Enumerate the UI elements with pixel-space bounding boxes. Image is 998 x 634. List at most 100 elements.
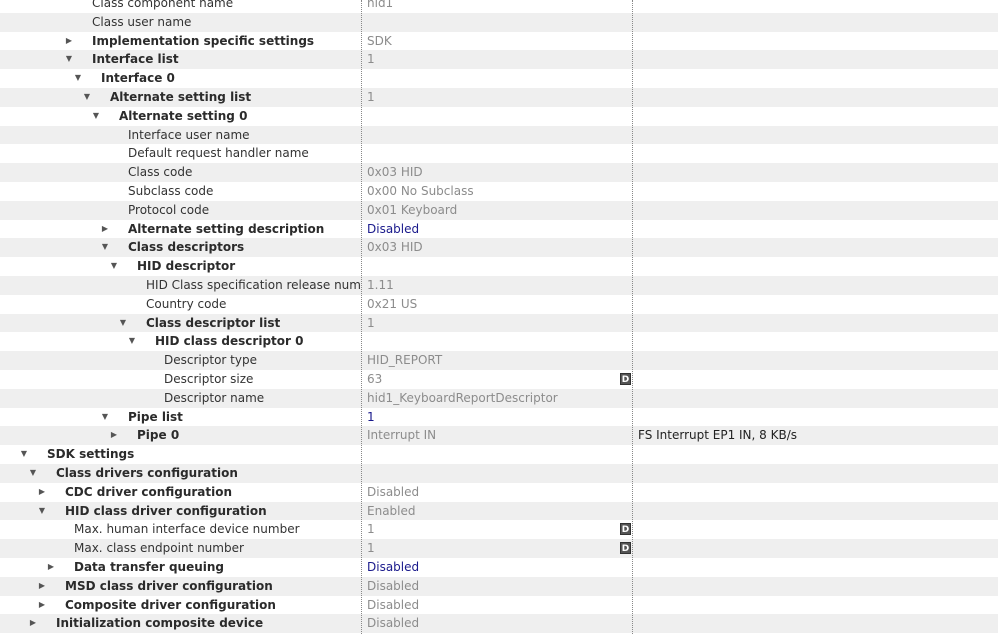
default-value-icon[interactable]: D (620, 542, 631, 555)
property-row[interactable]: Subclass code 0x00 No Subclass (0, 182, 998, 201)
property-row[interactable]: Class code 0x03 HID (0, 163, 998, 182)
property-row[interactable]: ▶ MSD class driver configuration Disabled (0, 576, 998, 596)
property-row[interactable]: Descriptor size 63 D (0, 370, 998, 389)
expand-down-icon[interactable]: ▼ (100, 408, 110, 427)
property-row[interactable]: ▼ HID class driver configuration Enabled (0, 501, 998, 521)
property-row[interactable]: ▶ Implementation specific settings SDK (0, 32, 998, 51)
property-value[interactable]: hid1 (367, 0, 633, 13)
property-row[interactable]: Descriptor type HID_REPORT (0, 351, 998, 370)
property-row[interactable]: ▼ Class descriptors 0x03 HID (0, 238, 998, 258)
expand-down-icon[interactable]: ▼ (118, 314, 128, 333)
property-row[interactable]: ▼ Class drivers configuration (0, 463, 998, 483)
property-value[interactable] (367, 257, 633, 276)
property-row[interactable]: ▶ Initialization composite device Disabled (0, 614, 998, 634)
property-row[interactable]: ▶ Composite driver configuration Disabled (0, 596, 998, 615)
property-name-cell: ▼ Class descriptor list (0, 314, 361, 333)
property-value[interactable]: 1 (367, 520, 633, 539)
property-name-cell: ▶ Data transfer queuing (0, 558, 361, 577)
default-value-icon[interactable]: D (620, 523, 631, 536)
property-value[interactable]: 1 (367, 539, 633, 558)
property-row[interactable]: ▼ Pipe list 1 (0, 408, 998, 427)
expand-right-icon[interactable]: ▶ (28, 614, 38, 633)
property-name-cell: ▼ Class descriptors (0, 238, 361, 257)
property-label: Interface user name (128, 127, 250, 142)
property-value[interactable] (367, 13, 633, 32)
property-value[interactable]: 1 (367, 50, 633, 69)
property-row[interactable]: HID Class specification release number 1.… (0, 275, 998, 295)
property-value[interactable]: HID_REPORT (367, 351, 633, 370)
property-row[interactable]: ▼ Class descriptor list 1 (0, 313, 998, 333)
property-value[interactable]: 0x01 Keyboard (367, 201, 633, 220)
property-row[interactable]: ▶ Alternate setting description Disabled (0, 220, 998, 239)
expand-right-icon[interactable]: ▶ (37, 577, 47, 596)
property-row[interactable]: ▼ Interface 0 (0, 69, 998, 88)
expand-down-icon[interactable]: ▼ (127, 332, 137, 351)
property-row[interactable]: Max. class endpoint number 1 D (0, 539, 998, 558)
property-value[interactable]: 1 (367, 314, 633, 333)
property-row[interactable]: ▼ Alternate setting 0 (0, 107, 998, 126)
property-row[interactable]: ▶ Pipe 0 Interrupt IN FS Interrupt EP1 IN, … (0, 426, 998, 446)
property-value[interactable]: 0x03 HID (367, 238, 633, 257)
property-value[interactable]: Disabled (367, 220, 633, 239)
property-value[interactable]: 63 (367, 370, 633, 389)
property-row[interactable]: Max. human interface device number 1 D (0, 520, 998, 539)
property-name-cell: ▼ Alternate setting list (0, 88, 361, 107)
property-value[interactable]: 1.11 (367, 276, 633, 295)
expand-down-icon[interactable]: ▼ (28, 464, 38, 483)
property-value[interactable]: Disabled (367, 614, 633, 633)
property-row[interactable]: ▶ CDC driver configuration Disabled (0, 483, 998, 502)
property-row[interactable]: Class user name (0, 12, 998, 32)
property-row[interactable]: ▼ HID descriptor (0, 257, 998, 276)
property-value[interactable]: 0x00 No Subclass (367, 182, 633, 201)
property-row[interactable]: ▼ Alternate setting list 1 (0, 87, 998, 107)
expand-down-icon[interactable]: ▼ (64, 50, 74, 69)
property-row[interactable]: Country code 0x21 US (0, 295, 998, 314)
property-value[interactable]: Disabled (367, 558, 633, 577)
property-info: FS Interrupt EP1 IN, 8 KB/s (638, 428, 798, 443)
default-value-icon[interactable]: D (620, 372, 631, 385)
expand-down-icon[interactable]: ▼ (82, 88, 92, 107)
property-value[interactable]: hid1_KeyboardReportDescriptor (367, 389, 633, 408)
expand-down-icon[interactable]: ▼ (91, 107, 101, 126)
property-value[interactable]: Enabled (367, 502, 633, 521)
expand-down-icon[interactable]: ▼ (109, 257, 119, 276)
expand-down-icon[interactable]: ▼ (19, 445, 29, 464)
property-row[interactable]: ▼ HID class descriptor 0 (0, 332, 998, 351)
expand-right-icon[interactable]: ▶ (64, 32, 74, 51)
property-value[interactable]: 1 (367, 88, 633, 107)
expand-down-icon[interactable]: ▼ (100, 238, 110, 257)
expand-right-icon[interactable]: ▶ (37, 596, 47, 615)
property-value[interactable]: SDK (367, 32, 633, 51)
property-value[interactable]: 0x03 HID (367, 163, 633, 182)
property-row[interactable]: Class component name hid1 (0, 0, 998, 13)
property-label: Implementation specific settings (92, 33, 315, 48)
expand-right-icon[interactable]: ▶ (46, 558, 56, 577)
property-row[interactable]: Protocol code 0x01 Keyboard (0, 200, 998, 220)
property-row[interactable]: ▼ Interface list 1 (0, 50, 998, 70)
property-value[interactable] (367, 332, 633, 351)
property-row[interactable]: Interface user name (0, 125, 998, 145)
property-value[interactable]: Disabled (367, 483, 633, 502)
property-row[interactable]: Descriptor name hid1_KeyboardReportDescri… (0, 388, 998, 408)
property-row[interactable]: ▼ SDK settings (0, 445, 998, 464)
property-value[interactable] (367, 464, 633, 483)
property-value[interactable]: Disabled (367, 577, 633, 596)
expand-down-icon[interactable]: ▼ (73, 69, 83, 88)
property-value[interactable] (367, 69, 633, 88)
property-value[interactable] (367, 107, 633, 126)
property-value[interactable] (367, 445, 633, 464)
property-value[interactable]: Interrupt IN (367, 426, 633, 445)
property-value[interactable] (367, 144, 633, 163)
expand-right-icon[interactable]: ▶ (100, 220, 110, 239)
expand-right-icon[interactable]: ▶ (109, 426, 119, 445)
property-row[interactable]: Default request handler name (0, 144, 998, 163)
property-label: HID Class specification release number (146, 277, 361, 292)
property-value[interactable]: 1 (367, 408, 633, 427)
expand-right-icon[interactable]: ▶ (37, 483, 47, 502)
property-row[interactable]: ▶ Data transfer queuing Disabled (0, 558, 998, 577)
expand-down-icon[interactable]: ▼ (37, 502, 47, 521)
property-value[interactable]: 0x21 US (367, 295, 633, 314)
property-value[interactable] (367, 126, 633, 145)
property-name-cell: Class component name (0, 0, 361, 13)
property-value[interactable]: Disabled (367, 596, 633, 615)
